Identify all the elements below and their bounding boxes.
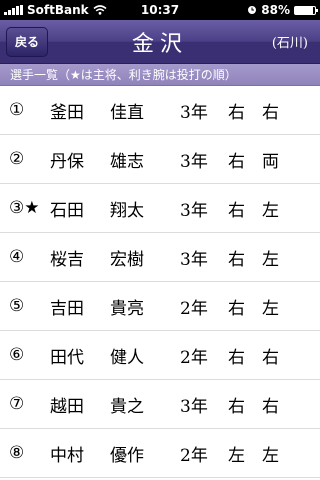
player-number: ① — [9, 100, 25, 120]
alarm-icon — [248, 6, 257, 14]
battery-icon — [294, 5, 318, 15]
player-last-name: 田代 — [50, 347, 84, 368]
player-bats: 左 — [262, 298, 279, 319]
player-row[interactable]: ② 丹保 雄志 3年右両 — [0, 135, 320, 184]
player-last-name: 吉田 — [50, 298, 84, 319]
player-last-name: 釜田 — [50, 102, 84, 123]
player-grade: 2年 — [180, 347, 208, 368]
player-throws: 右 — [228, 396, 245, 417]
player-first-name: 翔太 — [110, 200, 144, 221]
player-bats: 両 — [262, 151, 279, 172]
player-first-name: 宏樹 — [110, 249, 144, 270]
player-row[interactable]: ① 釜田 佳直 3年右右 — [0, 86, 320, 135]
battery-fill — [295, 6, 313, 14]
player-row[interactable]: ④ 桜吉 宏樹 3年右左 — [0, 233, 320, 282]
player-number: ④ — [9, 247, 25, 267]
player-first-name: 貴之 — [110, 396, 144, 417]
player-grade: 2年 — [180, 298, 208, 319]
back-button[interactable]: 戻る — [6, 26, 49, 57]
player-grade: 3年 — [180, 249, 208, 270]
player-last-name: 桜吉 — [50, 249, 84, 270]
player-grade: 3年 — [180, 102, 208, 123]
player-last-name: 越田 — [50, 396, 84, 417]
player-list: ① 釜田 佳直 3年右右 ② 丹保 雄志 3年右両 ③★ 石田 翔太 3年右左 ④ 桜吉 宏樹 3年右左 ⑤ 吉田… — [0, 86, 320, 478]
status-left: SoftBank — [4, 3, 107, 17]
player-number: ② — [9, 149, 25, 169]
section-header: 選手一覧（★は主将、利き腕は投打の順） — [0, 64, 320, 86]
player-last-name: 石田 — [50, 200, 84, 221]
player-throws: 右 — [228, 347, 245, 368]
player-number: ⑥ — [9, 345, 25, 365]
carrier-name: SoftBank — [27, 3, 89, 17]
player-row[interactable]: ⑤ 吉田 貴亮 2年右左 — [0, 282, 320, 331]
player-throws: 左 — [228, 445, 245, 466]
status-right: 88% — [247, 3, 318, 17]
player-throws: 右 — [228, 249, 245, 270]
player-last-name: 中村 — [50, 445, 84, 466]
player-first-name: 佳直 — [110, 102, 144, 123]
player-row[interactable]: ⑦ 越田 貴之 3年右右 — [0, 380, 320, 429]
player-first-name: 貴亮 — [110, 298, 144, 319]
wifi-icon — [93, 5, 107, 15]
player-bats: 左 — [262, 249, 279, 270]
player-bats: 右 — [262, 396, 279, 417]
player-bats: 右 — [262, 347, 279, 368]
player-bats: 右 — [262, 102, 279, 123]
player-last-name: 丹保 — [50, 151, 84, 172]
player-throws: 右 — [228, 298, 245, 319]
player-number: ⑧ — [9, 443, 25, 463]
player-row[interactable]: ⑧ 中村 優作 2年左左 — [0, 429, 320, 478]
player-throws: 右 — [228, 102, 245, 123]
player-grade: 3年 — [180, 151, 208, 172]
player-first-name: 健人 — [110, 347, 144, 368]
player-first-name: 雄志 — [110, 151, 144, 172]
player-grade: 2年 — [180, 445, 208, 466]
player-bats: 左 — [262, 200, 279, 221]
battery-percent: 88% — [261, 3, 290, 17]
player-bats: 左 — [262, 445, 279, 466]
navigation-bar: 戻る 金沢 (石川) — [0, 20, 320, 64]
signal-icon — [4, 5, 23, 15]
player-first-name: 優作 — [110, 445, 144, 466]
player-number: ③★ — [9, 198, 40, 218]
status-bar: SoftBank 10:37 88% — [0, 0, 320, 20]
prefecture-label: (石川) — [271, 36, 308, 51]
player-row[interactable]: ③★ 石田 翔太 3年右左 — [0, 184, 320, 233]
player-number: ⑦ — [9, 394, 25, 414]
player-row[interactable]: ⑥ 田代 健人 2年右右 — [0, 331, 320, 380]
player-throws: 右 — [228, 151, 245, 172]
player-grade: 3年 — [180, 200, 208, 221]
player-throws: 右 — [228, 200, 245, 221]
player-grade: 3年 — [180, 396, 208, 417]
player-number: ⑤ — [9, 296, 25, 316]
